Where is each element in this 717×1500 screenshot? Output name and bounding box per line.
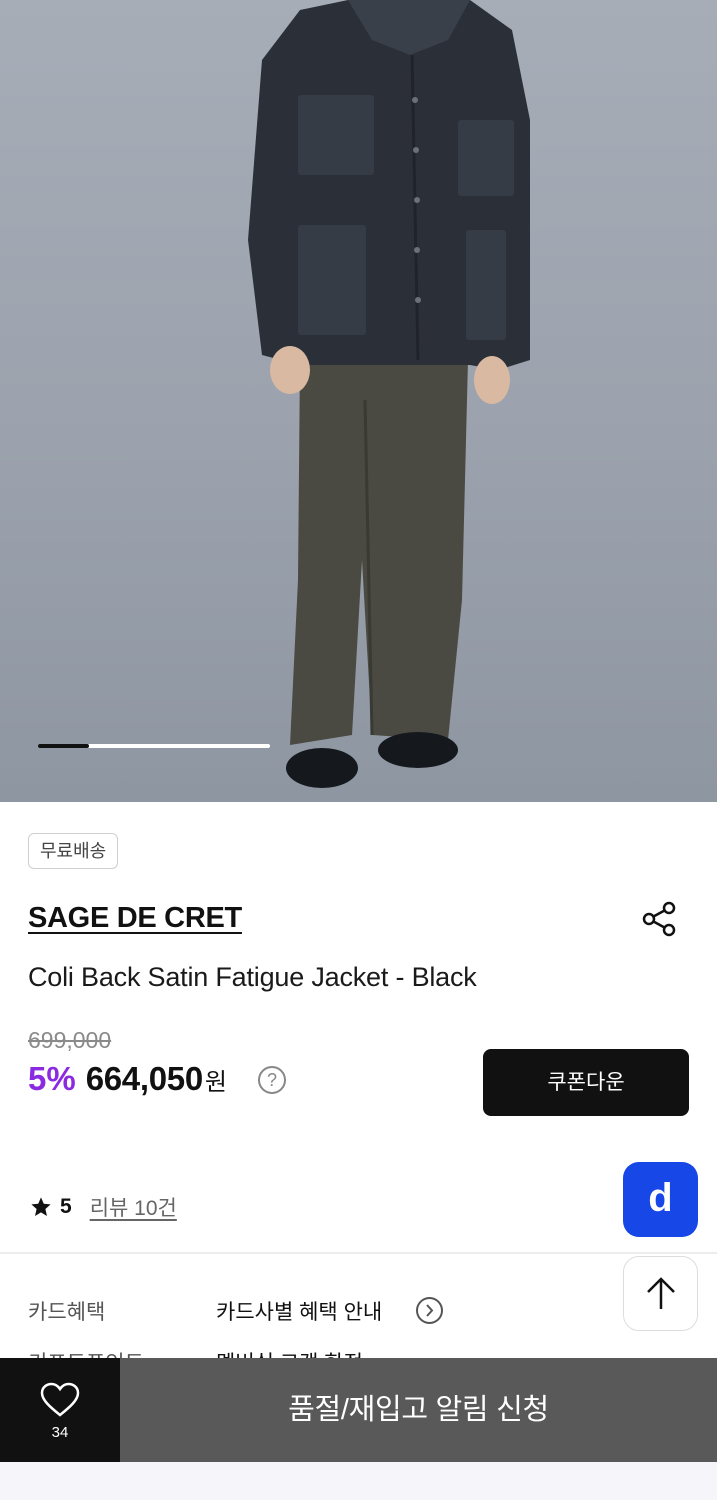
price-help-icon[interactable]: ? [258,1066,286,1094]
d-logo-icon: d [648,1176,673,1220]
card-benefit-label: 카드혜택 [28,1301,106,1324]
model-photo [248,0,530,788]
product-name: Coli Back Satin Fatigue Jacket - Black [28,962,477,992]
restock-notify-button[interactable]: 품절/재입고 알림 신청 [120,1358,717,1462]
rating-value: 5 [60,1195,72,1218]
wishlist-button[interactable]: 34 [0,1358,120,1462]
review-count-link[interactable]: 리뷰 10건 [90,1192,177,1222]
coupon-download-button[interactable]: 쿠폰다운 [483,1049,689,1116]
original-price: 699,000 [28,1027,112,1053]
discount-rate: 5% [28,1060,76,1097]
chevron-right-icon[interactable] [416,1297,443,1324]
section-divider [0,1252,717,1254]
currency-unit: 원 [204,1069,227,1096]
product-info-section: 무료배송 SAGE DE CRET Coli Back Satin Fatigu… [0,802,717,1375]
arrow-up-icon [647,1277,675,1309]
price-row: 5% 664,050 원 [28,1060,227,1104]
scroll-top-button[interactable] [623,1256,698,1331]
d-app-button[interactable]: d [623,1162,698,1237]
card-benefit-link[interactable]: 카드사별 혜택 안내 [216,1296,382,1326]
rating-row: 5 리뷰 10건 [30,1192,177,1222]
free-shipping-badge: 무료배송 [28,833,119,869]
brand-link[interactable]: SAGE DE CRET [28,902,242,935]
bottom-action-bar: 34 품절/재입고 알림 신청 [0,1358,717,1462]
gallery-progress-track [38,744,270,748]
share-icon[interactable] [638,898,680,940]
sale-price: 664,050 [85,1060,203,1097]
gallery-progress-fill [38,744,90,748]
wishlist-count: 34 [51,1424,69,1441]
star-icon [31,1197,51,1216]
product-image-gallery[interactable] [0,0,717,802]
heart-icon [40,1382,80,1417]
